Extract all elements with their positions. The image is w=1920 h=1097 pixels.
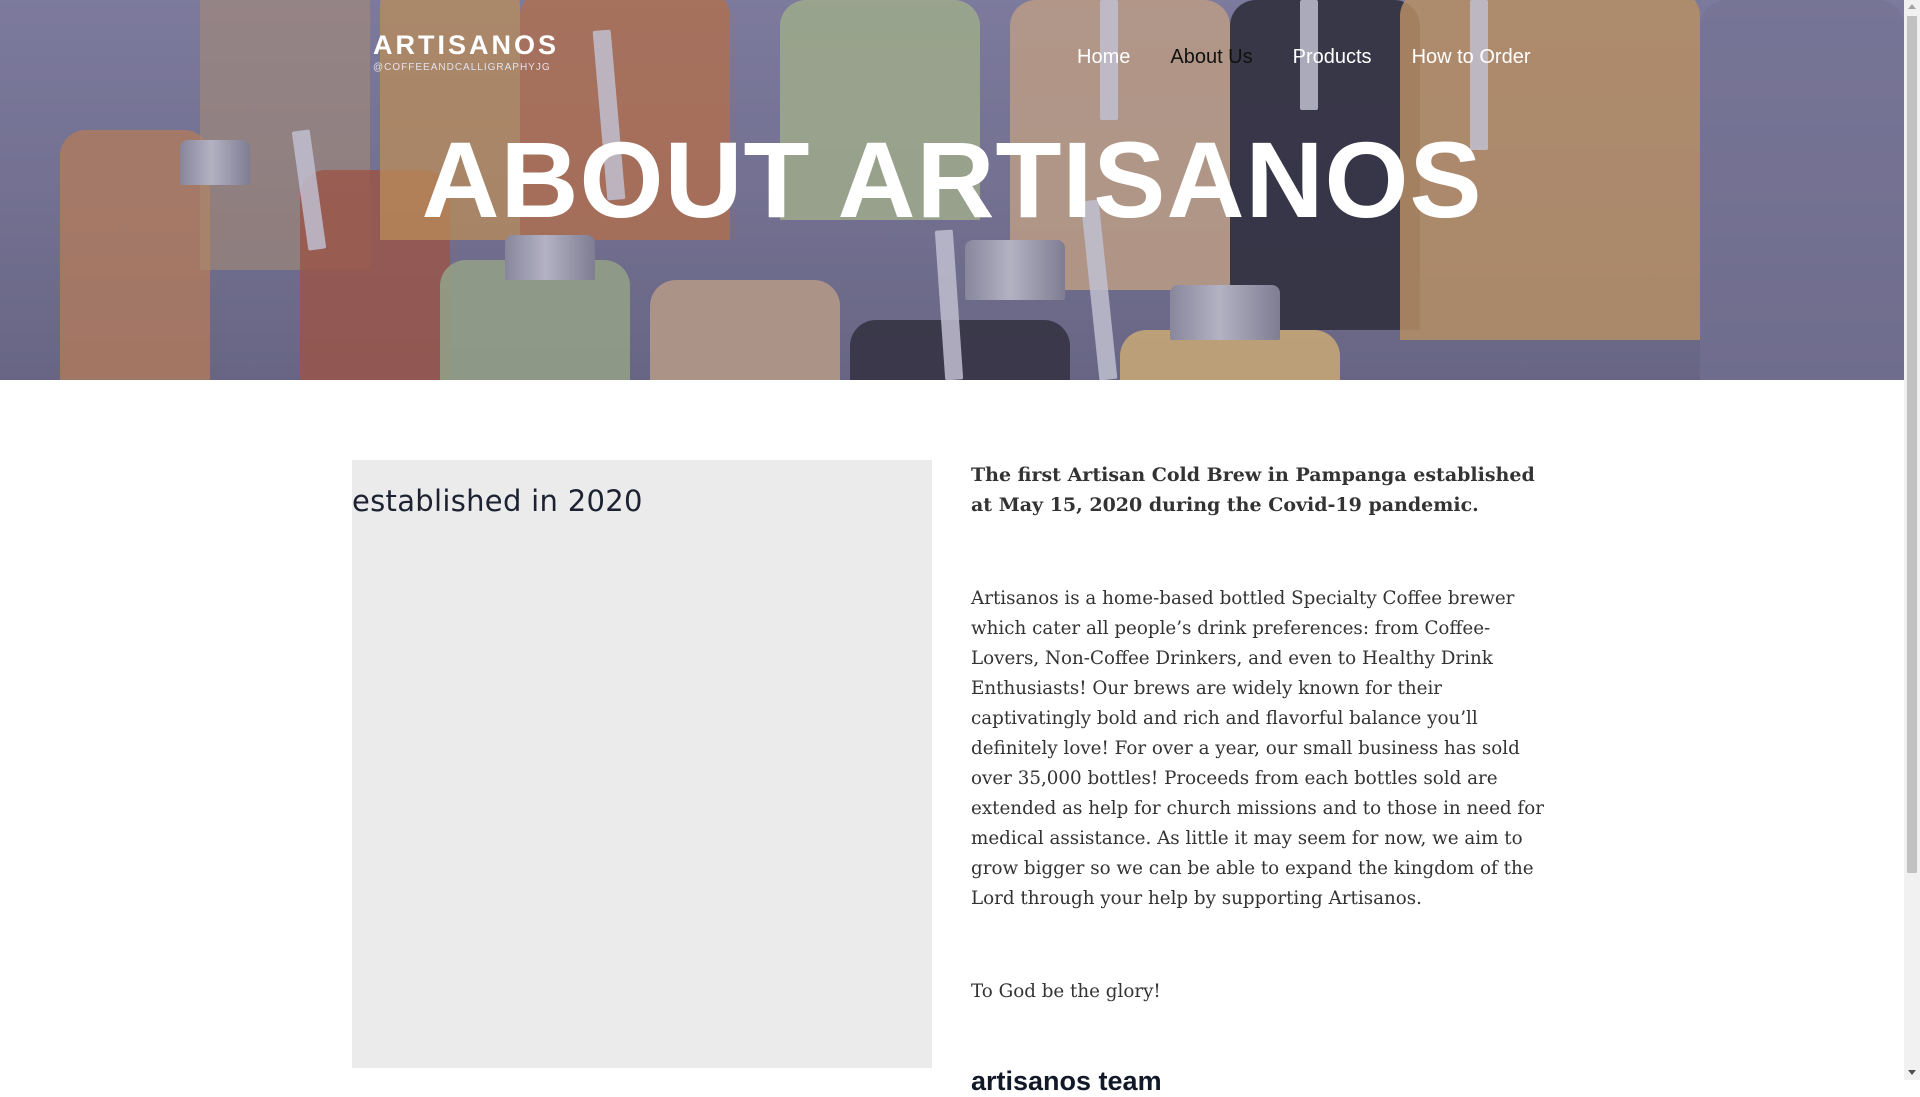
about-intro: The first Artisan Cold Brew in Pampanga … bbox=[971, 464, 1535, 516]
nav-item-how-to-order[interactable]: How to Order bbox=[1412, 45, 1531, 69]
brand-handle: @COFFEEANDCALLIGRAPHYJG bbox=[373, 62, 551, 73]
nav-item-products[interactable]: Products bbox=[1293, 45, 1372, 69]
about-body: Artisanos is a home-based bottled Specia… bbox=[971, 588, 1544, 909]
established-caption: established in 2020 bbox=[352, 484, 643, 518]
vertical-scrollbar[interactable] bbox=[1904, 0, 1920, 1080]
main-nav: Home About Us Products How to Order bbox=[1077, 45, 1531, 69]
about-text-column: The first Artisan Cold Brew in Pampanga … bbox=[971, 460, 1557, 1097]
about-closing: To God be the glory! bbox=[971, 981, 1161, 1002]
nav-item-about-us[interactable]: About Us bbox=[1170, 45, 1252, 69]
nav-item-home[interactable]: Home bbox=[1077, 45, 1130, 69]
page-title: ABOUT ARTISANOS bbox=[421, 119, 1483, 240]
scroll-down-arrow-icon[interactable] bbox=[1908, 1070, 1916, 1075]
hero-banner: ARTISANOS @COFFEEANDCALLIGRAPHYJG Home A… bbox=[0, 0, 1904, 380]
brand-name: ARTISANOS bbox=[373, 30, 560, 60]
team-heading: artisanos team bbox=[971, 1066, 1162, 1096]
about-image-panel: established in 2020 bbox=[352, 460, 932, 1068]
brand-logo[interactable]: ARTISANOS @COFFEEANDCALLIGRAPHYJG bbox=[373, 30, 563, 73]
scrollbar-thumb[interactable] bbox=[1907, 16, 1917, 873]
scroll-up-arrow-icon[interactable] bbox=[1908, 4, 1916, 9]
